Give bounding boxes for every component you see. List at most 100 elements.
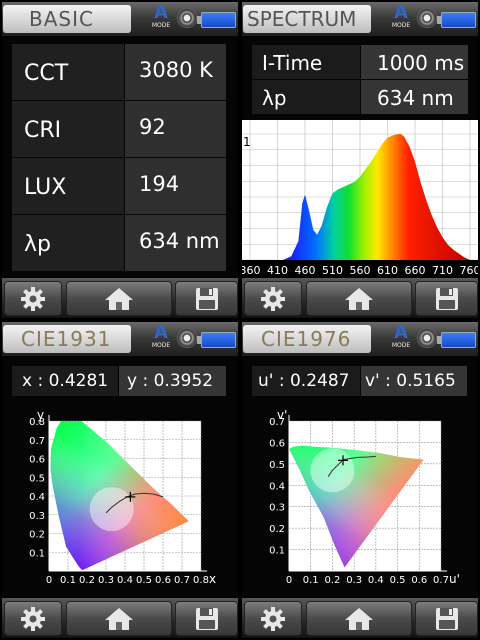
- row-value: 92: [125, 101, 226, 157]
- settings-button[interactable]: [4, 601, 62, 636]
- settings-button[interactable]: [244, 281, 302, 316]
- home-icon: [345, 607, 373, 630]
- y-tick-label: 0.5: [29, 473, 45, 484]
- save-button[interactable]: [415, 281, 478, 316]
- mode-text: MODE: [391, 342, 411, 349]
- x-tick-label: 0.8: [193, 575, 209, 586]
- cie1976-chromaticity-diagram: 0 0.1 0.2 0.3 0.4 0.5 0.6 0.7 0.1 0.2 0.3 0.4 0.5 0.6…: [269, 408, 460, 586]
- cie1931-tab-title[interactable]: CIE1931: [3, 325, 131, 353]
- x-tick-label: 360: [242, 264, 261, 277]
- u-label: u': [258, 371, 274, 391]
- x-tick-label: 660: [405, 264, 426, 277]
- mode-a-icon[interactable]: A MODE: [388, 4, 414, 34]
- x-tick-label: 710: [432, 264, 453, 277]
- x-value: : 0.4281: [37, 371, 109, 391]
- footer-toolbar: [242, 598, 478, 638]
- mode-a-icon[interactable]: A MODE: [148, 324, 174, 354]
- spectrum-tab-title[interactable]: SPECTRUM: [243, 5, 371, 33]
- spectrum-panel: SPECTRUM A MODE I-Time 1000 ms λp 634 nm 1: [242, 2, 478, 318]
- v-coordinate-box: v' : 0.5165: [361, 366, 467, 396]
- y-value: : 0.3952: [142, 371, 214, 391]
- itime-label: I-Time: [252, 45, 360, 79]
- cie1976-panel: CIE1976 A MODE u' : 0.2487 v' : 0.5165 00…: [242, 322, 478, 638]
- row-label: LUX: [12, 158, 124, 214]
- x-tick-label: 610: [377, 264, 398, 277]
- x-tick-labels: 360 410 460 510 560 610 660 710 760: [242, 264, 478, 277]
- itime-value: 1000 ms: [361, 45, 468, 79]
- mode-a-icon[interactable]: A MODE: [148, 4, 174, 34]
- home-button[interactable]: [66, 601, 172, 636]
- gear-icon: [261, 606, 285, 631]
- table-row: CCT 3080 K: [12, 44, 226, 100]
- spectrum-chart: 1 360 410 460 510 560 610 660 710 760: [242, 120, 478, 278]
- mode-text: MODE: [151, 22, 171, 29]
- disc-icon[interactable]: [417, 8, 437, 28]
- itime-row: I-Time 1000 ms: [252, 45, 468, 79]
- floppy-disk-icon: [435, 607, 458, 630]
- y-tick-label: 0.6: [269, 438, 285, 449]
- gear-icon: [21, 286, 45, 311]
- mode-text: MODE: [151, 342, 171, 349]
- mode-text: MODE: [391, 22, 411, 29]
- home-button[interactable]: [306, 281, 412, 316]
- footer-toolbar: [2, 598, 238, 638]
- home-button[interactable]: [66, 281, 172, 316]
- disc-icon[interactable]: [177, 328, 197, 348]
- peak-label: λp: [252, 80, 360, 114]
- disc-icon[interactable]: [417, 328, 437, 348]
- settings-button[interactable]: [244, 601, 302, 636]
- x-tick-label: 760: [460, 264, 479, 277]
- x-axis-label: x: [209, 572, 216, 586]
- u-value: : 0.2487: [278, 371, 350, 391]
- header-bar: CIE1976 A MODE: [242, 322, 478, 356]
- peak-value: 634 nm: [361, 80, 468, 114]
- u-coordinate-box: u' : 0.2487: [252, 366, 360, 396]
- cie1976-tab-title[interactable]: CIE1976: [243, 325, 371, 353]
- x-coordinate-box: x : 0.4281: [12, 366, 118, 396]
- y-tick-label: 0.3: [29, 511, 45, 522]
- floppy-disk-icon: [195, 287, 218, 310]
- white-point-glow: [89, 487, 134, 532]
- y-tick-label: 0.7: [29, 436, 45, 447]
- save-button[interactable]: [175, 601, 238, 636]
- mode-letter: A: [154, 322, 168, 343]
- row-label: λp: [12, 215, 124, 271]
- y-tick-label: 0.2: [269, 524, 285, 535]
- mode-letter: A: [394, 322, 408, 343]
- mode-a-icon[interactable]: A MODE: [388, 324, 414, 354]
- y-tick-label: 1: [243, 135, 251, 149]
- disc-icon[interactable]: [177, 8, 197, 28]
- x-tick-label: 0.3: [98, 575, 114, 586]
- table-row: LUX 194: [12, 158, 226, 214]
- home-button[interactable]: [306, 601, 412, 636]
- y-coordinate-box: y : 0.3952: [119, 366, 226, 396]
- cie1931-panel: CIE1931 A MODE x : 0.4281 y : 0.3952 0 0.1…: [2, 322, 238, 638]
- battery-icon: [437, 12, 476, 28]
- x-tick-label: 510: [322, 264, 343, 277]
- x-tick-label: 0.4: [117, 575, 133, 586]
- y-tick-label: 0.2: [29, 530, 45, 541]
- row-value: 3080 K: [125, 44, 226, 100]
- y-tick-label: 0.3: [269, 503, 285, 514]
- battery-icon: [197, 332, 236, 348]
- save-button[interactable]: [415, 601, 478, 636]
- x-tick-label: 0.1: [60, 575, 76, 586]
- row-value: 634 nm: [125, 215, 226, 271]
- y-tick-label: 0.1: [29, 548, 45, 559]
- x-tick-label: 0: [46, 575, 52, 586]
- x-tick-label: 0.2: [79, 575, 95, 586]
- v-value: : 0.5165: [385, 371, 456, 391]
- x-tick-label: 0.6: [411, 575, 427, 586]
- footer-toolbar: [242, 278, 478, 318]
- battery-icon: [437, 332, 476, 348]
- home-icon: [105, 287, 133, 310]
- peak-row: λp 634 nm: [252, 80, 468, 114]
- y-tick-label: 0.1: [269, 546, 285, 557]
- x-tick-label: 0.3: [346, 575, 362, 586]
- settings-button[interactable]: [4, 281, 62, 316]
- header-bar: CIE1931 A MODE: [2, 322, 238, 356]
- home-icon: [345, 287, 373, 310]
- basic-tab-title[interactable]: BASIC: [3, 5, 131, 33]
- mode-letter: A: [394, 2, 408, 23]
- save-button[interactable]: [175, 281, 238, 316]
